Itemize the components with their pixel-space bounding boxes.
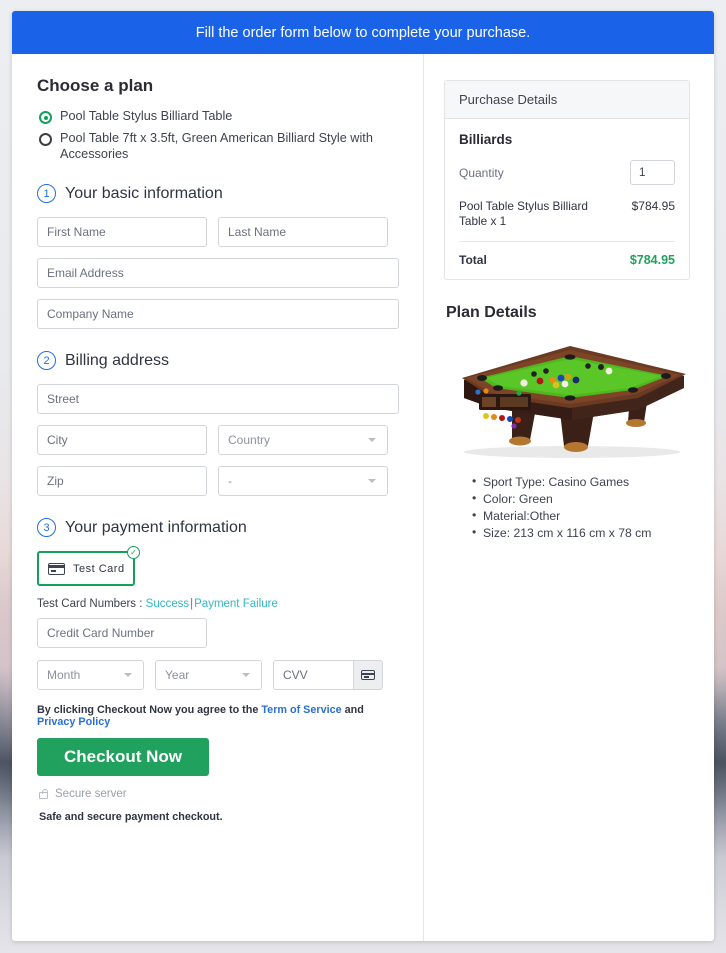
company-name-input[interactable]: Company Name (37, 299, 399, 329)
spec-item: Size: 213 cm x 116 cm x 78 cm (472, 524, 690, 542)
step-3-title: Your payment information (65, 518, 247, 536)
step-1-number: 1 (37, 184, 56, 203)
year-select-value: Year (165, 668, 190, 682)
step-3-header: 3 Your payment information (37, 518, 399, 537)
check-icon: ✓ (127, 546, 140, 559)
secure-server-row: Secure server (39, 788, 399, 800)
cvv-input[interactable]: CVV (273, 660, 353, 690)
spec-item: Sport Type: Casino Games (472, 473, 690, 491)
step-2-header: 2 Billing address (37, 351, 399, 370)
email-input[interactable]: Email Address (37, 258, 399, 288)
chevron-down-icon (242, 673, 250, 677)
agreement-prefix: By clicking Checkout Now you agree to th… (37, 704, 259, 716)
payment-failure-link[interactable]: Payment Failure (194, 598, 278, 610)
pool-table-image (444, 336, 690, 460)
plan-option-1-label: Pool Table Stylus Billiard Table (60, 109, 233, 123)
zip-state-row: Zip - (37, 466, 399, 496)
checkout-card: Fill the order form below to complete yo… (12, 11, 714, 941)
step-2-number: 2 (37, 351, 56, 370)
first-name-input[interactable]: First Name (37, 217, 207, 247)
step-1-header: 1 Your basic information (37, 184, 399, 203)
line-item-name: Pool Table Stylus Billiard Table x 1 (459, 199, 588, 228)
quantity-row: Quantity 1 (459, 160, 675, 185)
country-select[interactable]: Country (218, 425, 388, 455)
credit-card-number-input[interactable]: Credit Card Number (37, 618, 207, 648)
content-columns: Choose a plan Pool Table Stylus Billiard… (12, 54, 714, 941)
line-item-price: $784.95 (631, 199, 675, 213)
summary-column: Purchase Details Billiards Quantity 1 Po… (424, 54, 714, 941)
spec-item: Color: Green (472, 490, 690, 508)
radio-icon-selected[interactable] (39, 111, 52, 124)
purchase-details-body: Billiards Quantity 1 Pool Table Stylus B… (445, 119, 689, 279)
country-select-value: Country (228, 433, 271, 447)
total-label: Total (459, 253, 487, 267)
terms-agreement-text: By clicking Checkout Now you agree to th… (37, 704, 399, 728)
city-input[interactable]: City (37, 425, 207, 455)
quantity-input[interactable]: 1 (630, 160, 675, 185)
total-row: Total $784.95 (459, 242, 675, 267)
top-banner: Fill the order form below to complete yo… (12, 11, 714, 54)
zip-input[interactable]: Zip (37, 466, 207, 496)
street-row: Street (37, 384, 399, 414)
plan-option-1[interactable]: Pool Table Stylus Billiard Table (37, 108, 399, 124)
expiry-cvv-row: Month Year CVV (37, 660, 399, 690)
quantity-label: Quantity (459, 165, 504, 180)
month-select[interactable]: Month (37, 660, 144, 690)
checkout-now-button[interactable]: Checkout Now (37, 738, 209, 776)
plan-option-2[interactable]: Pool Table 7ft x 3.5ft, Green American B… (37, 130, 399, 162)
step-1-title: Your basic information (65, 184, 223, 202)
last-name-input[interactable]: Last Name (218, 217, 388, 247)
test-card-label: Test Card (73, 562, 125, 575)
pool-table-illustration (462, 346, 686, 458)
spec-item: Material:Other (472, 507, 690, 525)
step-2-title: Billing address (65, 351, 170, 369)
state-select-value: - (228, 474, 232, 488)
year-select[interactable]: Year (155, 660, 262, 690)
name-row: First Name Last Name (37, 217, 399, 247)
credit-card-icon (48, 562, 65, 575)
purchase-details-panel: Purchase Details Billiards Quantity 1 Po… (444, 80, 690, 280)
choose-plan-heading: Choose a plan (37, 76, 154, 95)
step-3-number: 3 (37, 518, 56, 537)
secure-server-label: Secure server (55, 788, 127, 800)
banner-text: Fill the order form below to complete yo… (195, 24, 531, 41)
success-link[interactable]: Success (146, 598, 189, 610)
purchase-details-header: Purchase Details (445, 81, 689, 119)
cvv-card-icon-addon (353, 660, 383, 690)
category-title: Billiards (459, 132, 513, 147)
plan-option-2-label: Pool Table 7ft x 3.5ft, Green American B… (60, 131, 373, 161)
company-row: Company Name (37, 299, 399, 329)
month-select-value: Month (47, 668, 81, 682)
chevron-down-icon (368, 438, 376, 442)
chevron-down-icon (124, 673, 132, 677)
chevron-down-icon (368, 479, 376, 483)
city-country-row: City Country (37, 425, 399, 455)
test-card-option[interactable]: ✓ Test Card (37, 546, 140, 586)
line-item-row: Pool Table Stylus Billiard Table x 1 $78… (459, 199, 675, 242)
street-input[interactable]: Street (37, 384, 399, 414)
total-value: $784.95 (629, 253, 675, 267)
safe-payment-note: Safe and secure payment checkout. (39, 811, 223, 823)
lock-icon (39, 789, 48, 799)
privacy-policy-link[interactable]: Privacy Policy (37, 716, 110, 728)
cvv-group: CVV (273, 660, 383, 690)
terms-of-service-link[interactable]: Term of Service (261, 704, 341, 716)
plan-details-title: Plan Details (446, 304, 537, 321)
radio-icon-unselected[interactable] (39, 133, 52, 146)
form-column: Choose a plan Pool Table Stylus Billiard… (12, 54, 424, 941)
plan-specs-list: Sport Type: Casino Games Color: Green Ma… (472, 473, 690, 542)
agreement-and: and (344, 704, 364, 716)
link-separator: | (190, 598, 194, 610)
state-select[interactable]: - (218, 466, 388, 496)
email-row: Email Address (37, 258, 399, 288)
test-card-numbers-line: Test Card Numbers : Success|Payment Fail… (37, 598, 399, 610)
test-card-numbers-label: Test Card Numbers : (37, 598, 143, 610)
credit-card-icon (361, 670, 375, 680)
card-number-row: Credit Card Number (37, 618, 399, 648)
